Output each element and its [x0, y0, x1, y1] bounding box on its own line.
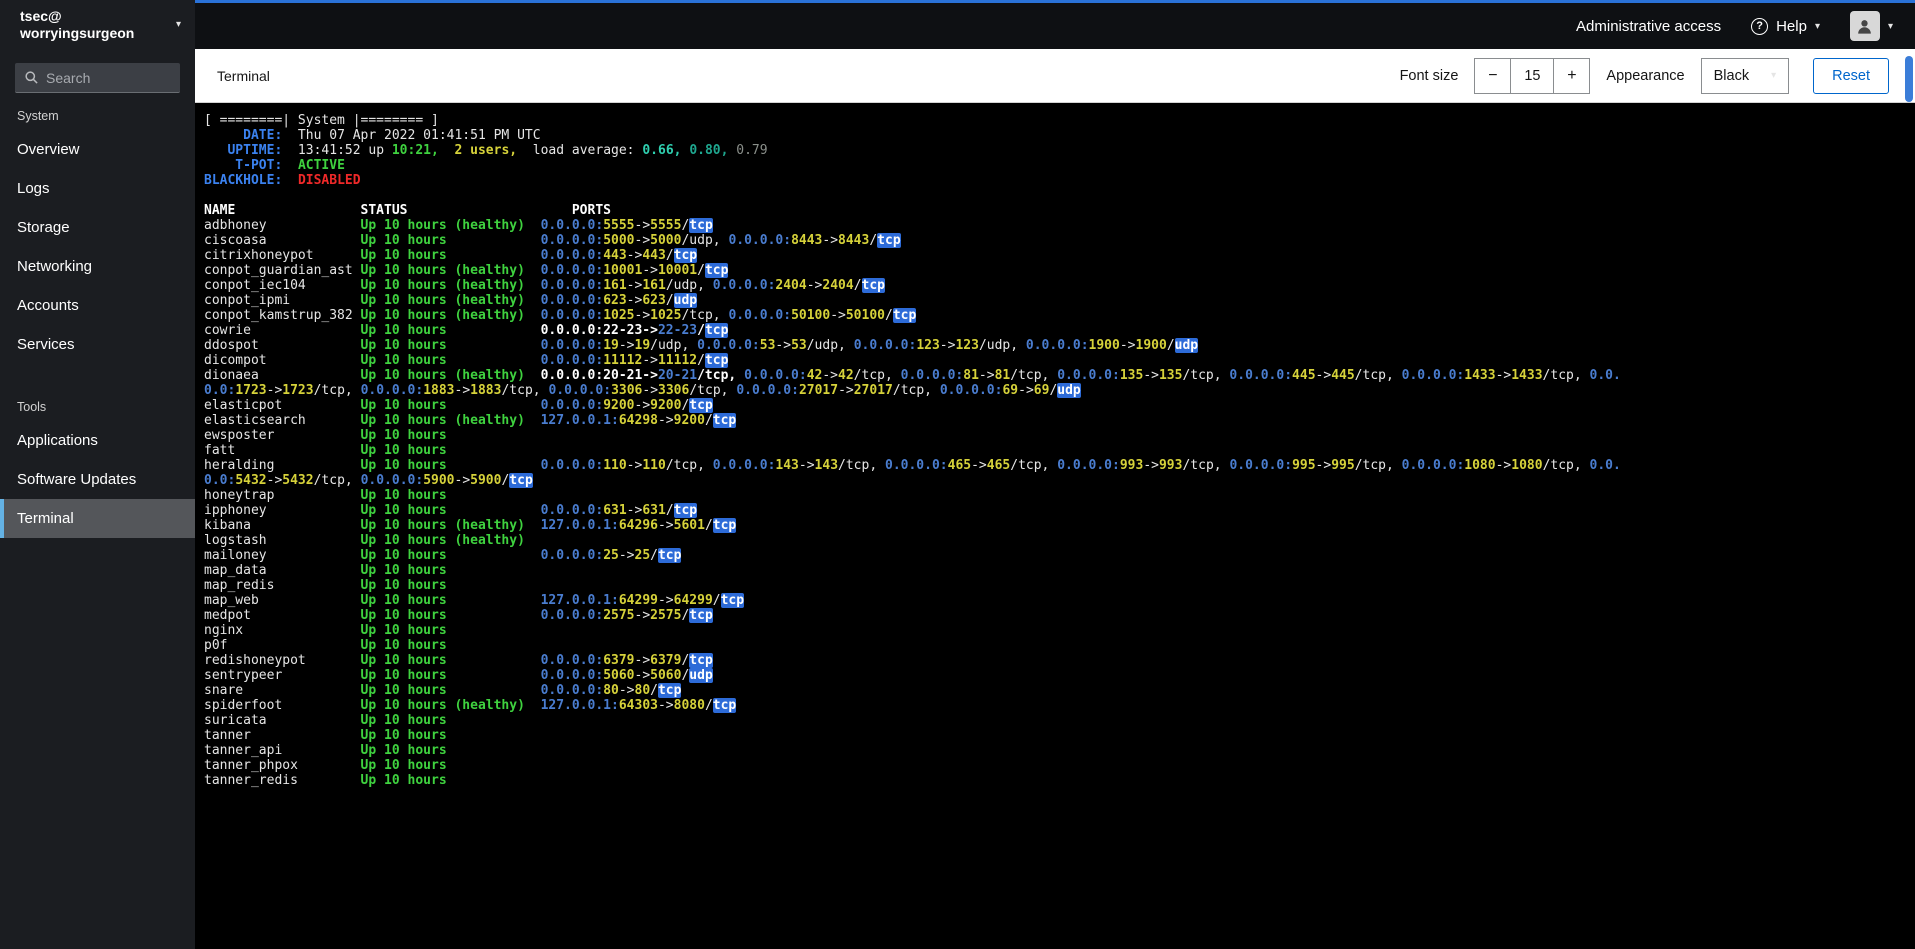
- terminal-line: fatt Up 10 hours: [204, 443, 447, 458]
- nav-section: Tools Applications Software Updates Termina…: [0, 386, 195, 538]
- terminal-line: kibana Up 10 hours (healthy) 127.0.0.1:6…: [204, 518, 737, 533]
- terminal-line: NAME STATUS PORTS: [204, 203, 611, 218]
- page-title: Terminal: [217, 67, 270, 84]
- search-input[interactable]: [46, 69, 171, 86]
- search-icon: [24, 70, 39, 85]
- terminal-line: conpot_ipmi Up 10 hours (healthy) 0.0.0.…: [204, 293, 698, 308]
- chevron-down-icon: ▾: [1771, 70, 1777, 81]
- font-size-stepper: − 15 +: [1474, 57, 1591, 94]
- terminal-line: p0f Up 10 hours: [204, 638, 447, 653]
- terminal-line: ddospot Up 10 hours 0.0.0.0:19->19/udp, …: [204, 338, 1199, 353]
- terminal-line: dionaea Up 10 hours (healthy) 0.0.0.0:20…: [204, 368, 1621, 383]
- sidebar-item-accounts[interactable]: Accounts: [0, 286, 195, 325]
- terminal-line: 0.0:5432->5432/tcp, 0.0.0.0:5900->5900/t…: [204, 473, 533, 488]
- nav-section-label: System: [17, 109, 59, 123]
- terminal-line: ewsposter Up 10 hours: [204, 428, 447, 443]
- app-window: tsec@ worryingsurgeon ▾ System OverviewLo…: [0, 0, 1915, 949]
- terminal-line: elasticpot Up 10 hours 0.0.0.0:9200->920…: [204, 398, 713, 413]
- help-label: Help: [1776, 17, 1807, 35]
- terminal-line: map_web Up 10 hours 127.0.0.1:64299->642…: [204, 593, 745, 608]
- font-size-value: 15: [1510, 57, 1555, 94]
- sidebar-item-networking[interactable]: Networking: [0, 247, 195, 286]
- terminal-line: tanner Up 10 hours: [204, 728, 447, 743]
- chevron-down-icon: ▾: [1887, 20, 1893, 32]
- terminal-line: spiderfoot Up 10 hours (healthy) 127.0.0…: [204, 698, 737, 713]
- terminal-line: citrixhoneypot Up 10 hours 0.0.0.0:443->…: [204, 248, 698, 263]
- terminal-line: UPTIME: 13:41:52 up 10:21, 2 users, load…: [204, 143, 768, 158]
- terminal-line: map_redis Up 10 hours: [204, 578, 447, 593]
- terminal-line: sentrypeer Up 10 hours 0.0.0.0:5060->506…: [204, 668, 713, 683]
- session-menu[interactable]: ▾: [1849, 11, 1893, 41]
- terminal-line: nginx Up 10 hours: [204, 623, 447, 638]
- sidebar-item-storage[interactable]: Storage: [0, 208, 195, 247]
- terminal-line: cowrie Up 10 hours 0.0.0.0:22-23->22-23/…: [204, 323, 729, 338]
- terminal-line: adbhoney Up 10 hours (healthy) 0.0.0.0:5…: [204, 218, 713, 233]
- nav-section: System Overview Logs Storage Networking Accou…: [0, 95, 195, 364]
- appearance-value: Black: [1713, 67, 1750, 84]
- toolbar-controls: Font size − 15 + Appearance Black ▾ Rese…: [1399, 57, 1889, 94]
- terminal-line: BLACKHOLE: DISABLED: [204, 173, 361, 188]
- terminal-line: T-POT: ACTIVE: [204, 158, 345, 173]
- terminal-line: dicompot Up 10 hours 0.0.0.0:11112->1111…: [204, 353, 729, 368]
- sidebar-item-overview[interactable]: Overview: [0, 130, 195, 169]
- appearance-select[interactable]: Black ▾: [1700, 57, 1790, 94]
- terminal-line: ciscoasa Up 10 hours 0.0.0.0:5000->5000/…: [204, 233, 901, 248]
- font-decrease-button[interactable]: −: [1474, 57, 1512, 94]
- terminal-line: map_data Up 10 hours: [204, 563, 447, 578]
- terminal-line: tanner_redis Up 10 hours: [204, 773, 447, 788]
- terminal-line: medpot Up 10 hours 0.0.0.0:2575->2575/tc…: [204, 608, 713, 623]
- terminal-line: DATE: Thu 07 Apr 2022 01:41:51 PM UTC: [204, 128, 541, 143]
- terminal-output[interactable]: [ ========| System |======== ] DATE: Thu…: [195, 103, 1915, 949]
- terminal-line: ipphoney Up 10 hours 0.0.0.0:631->631/tc…: [204, 503, 698, 518]
- sidebar-item-services[interactable]: Services: [0, 325, 195, 364]
- terminal-line: conpot_guardian_ast Up 10 hours (healthy…: [204, 263, 729, 278]
- session-user-menu[interactable]: tsec@ worryingsurgeon ▾: [0, 0, 195, 49]
- scrollbar-thumb[interactable]: [1905, 56, 1913, 102]
- terminal-toolbar: Terminal Font size − 15 + Appearance Bla…: [195, 49, 1915, 103]
- terminal-line: elasticsearch Up 10 hours (healthy) 127.…: [204, 413, 737, 428]
- sidebar-item-terminal[interactable]: Terminal: [0, 499, 195, 538]
- terminal-line: conpot_kamstrup_382 Up 10 hours (healthy…: [204, 308, 917, 323]
- terminal-line: honeytrap Up 10 hours: [204, 488, 447, 503]
- reset-button[interactable]: Reset: [1813, 57, 1889, 94]
- terminal-line: mailoney Up 10 hours 0.0.0.0:25->25/tcp: [204, 548, 682, 563]
- terminal-line: conpot_iec104 Up 10 hours (healthy) 0.0.…: [204, 278, 885, 293]
- nav-section-label: Tools: [17, 400, 47, 414]
- session-user-line2: worryingsurgeon: [20, 24, 135, 41]
- masthead: Administrative access ? Help ▾ ▾: [195, 0, 1915, 49]
- font-increase-button[interactable]: +: [1553, 57, 1591, 94]
- session-user-line1: tsec@: [20, 7, 62, 24]
- terminal-line: [ ========| System |======== ]: [204, 113, 439, 128]
- session-user-name: tsec@ worryingsurgeon: [20, 8, 134, 42]
- administrative-access-label: Administrative access: [1576, 17, 1722, 35]
- font-size-label: Font size: [1399, 67, 1459, 84]
- terminal-line: 0.0:1723->1723/tcp, 0.0.0.0:1883->1883/t…: [204, 383, 1081, 398]
- chevron-down-icon: ▾: [1814, 20, 1820, 32]
- sidebar-item-logs[interactable]: Logs: [0, 169, 195, 208]
- sidebar-nav: System Overview Logs Storage Networking Accou…: [0, 95, 195, 538]
- administrative-access-button[interactable]: Administrative access: [1576, 18, 1721, 35]
- terminal-line: tanner_api Up 10 hours: [204, 743, 447, 758]
- help-menu[interactable]: ? Help ▾: [1751, 17, 1820, 35]
- terminal-line: heralding Up 10 hours 0.0.0.0:110->110/t…: [204, 458, 1621, 473]
- sidebar-search[interactable]: [15, 63, 180, 93]
- sidebar-item-software-updates[interactable]: Software Updates: [0, 460, 195, 499]
- person-icon: [1855, 17, 1874, 36]
- avatar: [1849, 11, 1880, 41]
- sidebar-item-applications[interactable]: Applications: [0, 421, 195, 460]
- chevron-down-icon: ▾: [175, 19, 181, 30]
- sidebar: tsec@ worryingsurgeon ▾ System OverviewLo…: [0, 0, 195, 949]
- appearance-label: Appearance: [1606, 67, 1685, 84]
- terminal-line: tanner_phpox Up 10 hours: [204, 758, 447, 773]
- terminal-line: suricata Up 10 hours: [204, 713, 447, 728]
- terminal-line: redishoneypot Up 10 hours 0.0.0.0:6379->…: [204, 653, 713, 668]
- terminal-line: logstash Up 10 hours (healthy): [204, 533, 525, 548]
- terminal-line: snare Up 10 hours 0.0.0.0:80->80/tcp: [204, 683, 682, 698]
- question-circle-icon: ?: [1751, 17, 1769, 35]
